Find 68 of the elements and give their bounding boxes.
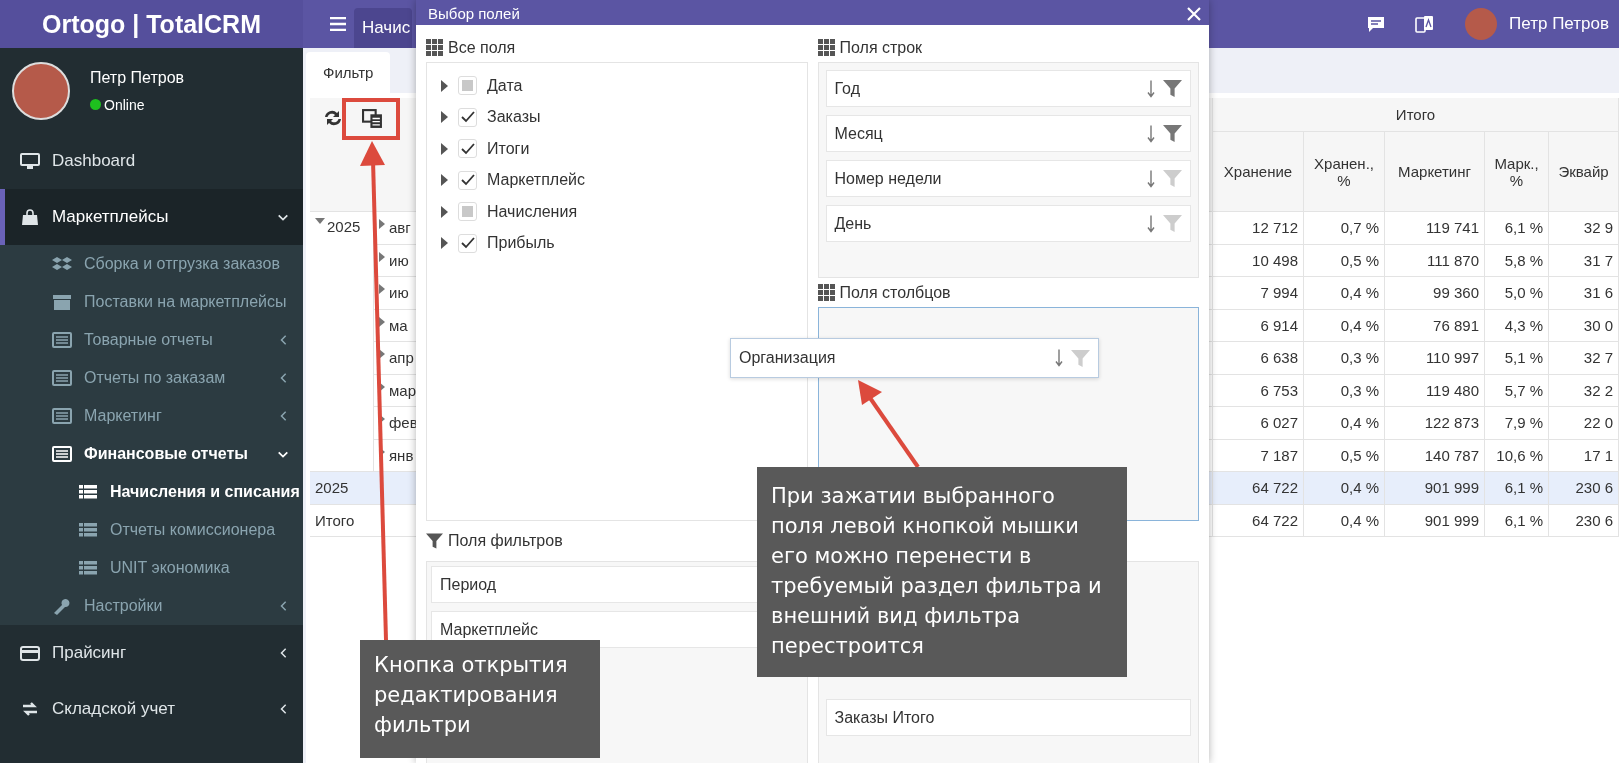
table-cell: 7,9 % xyxy=(1485,407,1549,440)
table-cell: 64 722 xyxy=(1213,504,1304,537)
table-cell: 0,3 % xyxy=(1304,374,1385,407)
table-cell: 0,7 % xyxy=(1304,212,1385,245)
row-header: авг xyxy=(389,219,411,236)
table-cell: 30 0 xyxy=(1549,309,1619,342)
annotation-tooltip: При зажатии выбранного поля левой кнопкой мышки его можно перенести в требуемый раздел фильтра и внешний вид фильтра перестроится xyxy=(757,467,1127,677)
row-header: ию xyxy=(389,284,409,301)
table-cell: 10 498 xyxy=(1213,244,1304,277)
table-cell: 4,3 % xyxy=(1485,309,1549,342)
table-cell: 5,8 % xyxy=(1485,244,1549,277)
section-title: Все поля xyxy=(448,38,516,57)
table-cell: 6,1 % xyxy=(1485,212,1549,245)
table-cell: 5,1 % xyxy=(1485,342,1549,375)
table-cell: 0,4 % xyxy=(1304,407,1385,440)
table-cell: 0,4 % xyxy=(1304,277,1385,310)
table-cell: 6 753 xyxy=(1213,374,1304,407)
table-cell: 99 360 xyxy=(1385,277,1485,310)
table-cell: 32 7 xyxy=(1549,342,1619,375)
status-text: Online xyxy=(104,96,145,113)
table-cell: 32 9 xyxy=(1549,212,1619,245)
table-cell: 0,4 % xyxy=(1304,309,1385,342)
table-cell: 22 0 xyxy=(1549,407,1619,440)
row-header: янв xyxy=(389,446,414,464)
dialog-title: Выбор полей xyxy=(428,6,520,21)
table-cell: 31 6 xyxy=(1549,277,1619,310)
table-cell: 32 2 xyxy=(1549,374,1619,407)
table-cell: 901 999 xyxy=(1385,472,1485,505)
table-cell: 5,7 % xyxy=(1485,374,1549,407)
row-header: фев xyxy=(389,414,418,431)
column-header: Марк., % xyxy=(1485,132,1549,212)
column-header: Хранен., % xyxy=(1304,132,1385,212)
table-cell: 6,1 % xyxy=(1485,472,1549,505)
column-header: Эквайр xyxy=(1549,132,1619,212)
table-cell: 12 712 xyxy=(1213,212,1304,245)
table-cell: 119 741 xyxy=(1385,212,1485,245)
row-header: ма xyxy=(389,316,408,334)
row-header: мар xyxy=(389,381,416,399)
table-cell: 230 6 xyxy=(1549,472,1619,505)
table-cell: 6 914 xyxy=(1213,309,1304,342)
table-cell: 111 870 xyxy=(1385,244,1485,277)
table-cell: 64 722 xyxy=(1213,472,1304,505)
table-cell: 0,4 % xyxy=(1304,472,1385,505)
user-name: Петр Петров xyxy=(90,68,185,87)
table-cell: 7 994 xyxy=(1213,277,1304,310)
section-title: Поля строк xyxy=(839,38,923,57)
column-header: Хранение xyxy=(1213,132,1304,212)
table-cell: 5,0 % xyxy=(1485,277,1549,310)
annotation-tooltip: Кнопка открытия редактирования фильтри xyxy=(360,640,600,758)
column-header: Маркетинг xyxy=(1385,132,1485,212)
row-header: ию xyxy=(389,251,409,269)
table-cell: 0,4 % xyxy=(1304,504,1385,537)
table-cell: 901 999 xyxy=(1385,504,1485,537)
table-cell: 31 7 xyxy=(1549,244,1619,277)
table-cell: 76 891 xyxy=(1385,309,1485,342)
table-cell: 0,5 % xyxy=(1304,244,1385,277)
table-cell: 122 873 xyxy=(1385,407,1485,440)
table-cell: 0,3 % xyxy=(1304,342,1385,375)
section-title: Поля столбцов xyxy=(839,283,951,302)
table-cell: 6,1 % xyxy=(1485,504,1549,537)
column-group-header: Итого xyxy=(1213,98,1619,132)
table-cell: 6 638 xyxy=(1213,342,1304,375)
row-header: апр xyxy=(389,349,414,366)
table-cell: 119 480 xyxy=(1385,374,1485,407)
table-cell: 6 027 xyxy=(1213,407,1304,440)
table-cell: 230 6 xyxy=(1549,504,1619,537)
table-cell: 110 997 xyxy=(1385,342,1485,375)
row-header: 2025 xyxy=(327,218,361,235)
